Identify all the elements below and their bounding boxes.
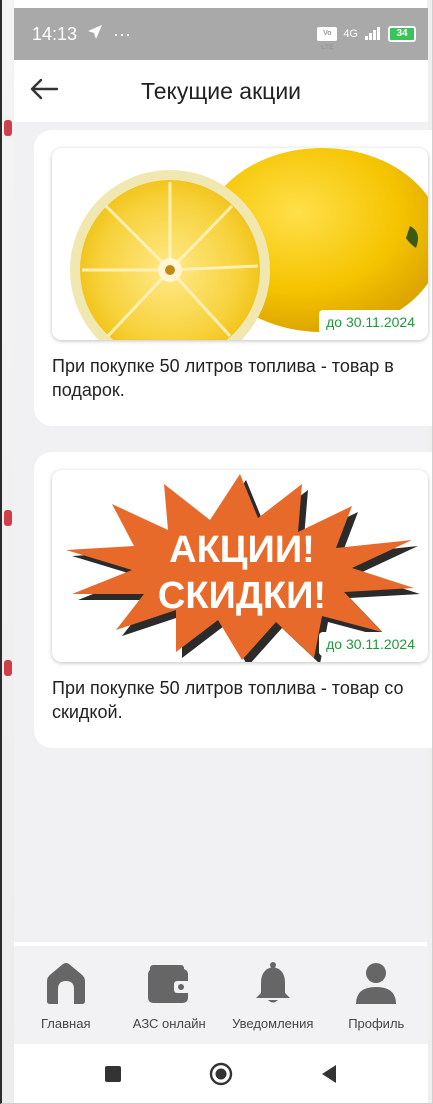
more-dots-icon: ··· [113, 23, 132, 44]
nav-label: Главная [41, 1016, 91, 1031]
lemon-photo: до 30.11.2024 [52, 148, 428, 340]
page-title: Текущие акции [140, 77, 302, 104]
status-bar: 14:13 ··· Vo LTE 4G 34 [14, 8, 428, 60]
promo-card[interactable]: АКЦИИ! СКИДКИ! до 30.11.2024 При покупке… [34, 452, 432, 748]
nav-label: Уведомления [232, 1016, 314, 1031]
bottom-navigation: Главная АЗС онлайн Уведомления Профиль [14, 946, 428, 1044]
promo-card[interactable]: до 30.11.2024 При покупке 50 литров топл… [34, 130, 432, 426]
top-app-bar: Текущие акции [14, 60, 428, 122]
battery-icon: 34 [388, 26, 416, 42]
promo-description: При покупке 50 литров топлива - товар со… [52, 678, 404, 722]
wallet-icon [145, 960, 193, 1006]
status-time: 14:13 [32, 23, 78, 44]
back-triangle-icon[interactable] [316, 1061, 342, 1087]
home-icon [42, 960, 90, 1006]
nav-label: Профиль [348, 1016, 405, 1031]
edge-mark [4, 660, 12, 676]
banner-line-1: АКЦИИ! [169, 529, 315, 571]
edge-mark [4, 120, 12, 136]
home-circle-icon[interactable] [208, 1061, 234, 1087]
user-icon [352, 960, 400, 1006]
status-left: 14:13 ··· [32, 24, 131, 45]
edge-mark [4, 510, 12, 526]
date-badge: до 30.11.2024 [319, 632, 422, 656]
arrow-left-icon [29, 77, 59, 106]
recents-square-icon[interactable] [100, 1061, 126, 1087]
nav-item-notifications[interactable]: Уведомления [221, 946, 325, 1044]
navigation-arrow-icon [87, 24, 103, 45]
signal-icon [364, 26, 382, 43]
promotions-list: до 30.11.2024 При покупке 50 литров топл… [14, 122, 432, 942]
system-navigation-bar [14, 1044, 428, 1103]
nav-item-profile[interactable]: Профиль [325, 946, 429, 1044]
promo-burst-banner: АКЦИИ! СКИДКИ! до 30.11.2024 [52, 470, 428, 662]
nav-label: АЗС онлайн [132, 1016, 206, 1031]
promo-description: При покупке 50 литров топлива - товар в … [52, 356, 394, 400]
volte-icon: Vo LTE [317, 27, 338, 51]
back-button[interactable] [14, 60, 74, 122]
network-label: 4G [343, 28, 358, 40]
banner-line-2: СКИДКИ! [158, 575, 326, 617]
phone-screen: 14:13 ··· Vo LTE 4G 34 Текущие акции до … [0, 0, 433, 1104]
left-edge-background [2, 0, 14, 1103]
bell-icon [249, 960, 297, 1006]
nav-item-home[interactable]: Главная [14, 946, 118, 1044]
nav-item-azs-online[interactable]: АЗС онлайн [118, 946, 222, 1044]
date-badge: до 30.11.2024 [319, 310, 422, 334]
status-right: Vo LTE 4G 34 [317, 26, 416, 51]
